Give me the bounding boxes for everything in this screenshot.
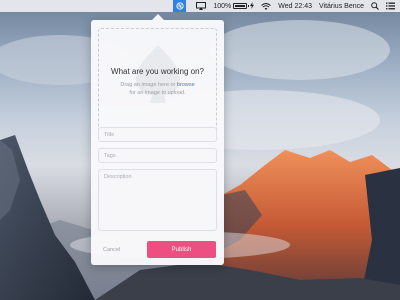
popover-arrow bbox=[152, 14, 164, 20]
title-input[interactable] bbox=[98, 127, 217, 142]
wifi-icon[interactable] bbox=[261, 2, 272, 10]
image-dropzone[interactable]: What are you working on? Drag an image h… bbox=[98, 28, 217, 136]
battery-icon bbox=[233, 3, 250, 9]
tags-input[interactable] bbox=[98, 148, 217, 163]
battery-status[interactable]: 100% bbox=[213, 1, 255, 11]
clock[interactable]: Wed 22:43 bbox=[278, 3, 312, 10]
dropzone-text-line2: for an image to upload. bbox=[129, 90, 186, 96]
battery-level bbox=[235, 5, 246, 7]
user-name[interactable]: Vitárius Bence bbox=[319, 3, 364, 10]
cancel-button[interactable]: Cancel bbox=[103, 244, 120, 256]
search-icon[interactable] bbox=[371, 2, 379, 10]
description-textarea[interactable] bbox=[98, 169, 217, 231]
battery-percent: 100% bbox=[213, 2, 232, 10]
menu-bar: 100% Wed 22:43 Vitárius Bence bbox=[0, 0, 400, 12]
dropzone-text-line1: Drag an image here or bbox=[120, 82, 177, 88]
list-icon[interactable] bbox=[386, 2, 395, 10]
bolt-icon bbox=[250, 1, 255, 11]
dropzone-instructions: Drag an image here or browse for an imag… bbox=[120, 81, 194, 97]
upload-popover: What are you working on? Drag an image h… bbox=[91, 20, 224, 265]
dribbble-icon[interactable] bbox=[173, 0, 187, 12]
publish-button[interactable]: Publish bbox=[147, 241, 216, 258]
airplay-icon[interactable] bbox=[196, 2, 207, 10]
dropzone-title: What are you working on? bbox=[111, 67, 204, 76]
browse-link[interactable]: browse bbox=[177, 82, 195, 88]
